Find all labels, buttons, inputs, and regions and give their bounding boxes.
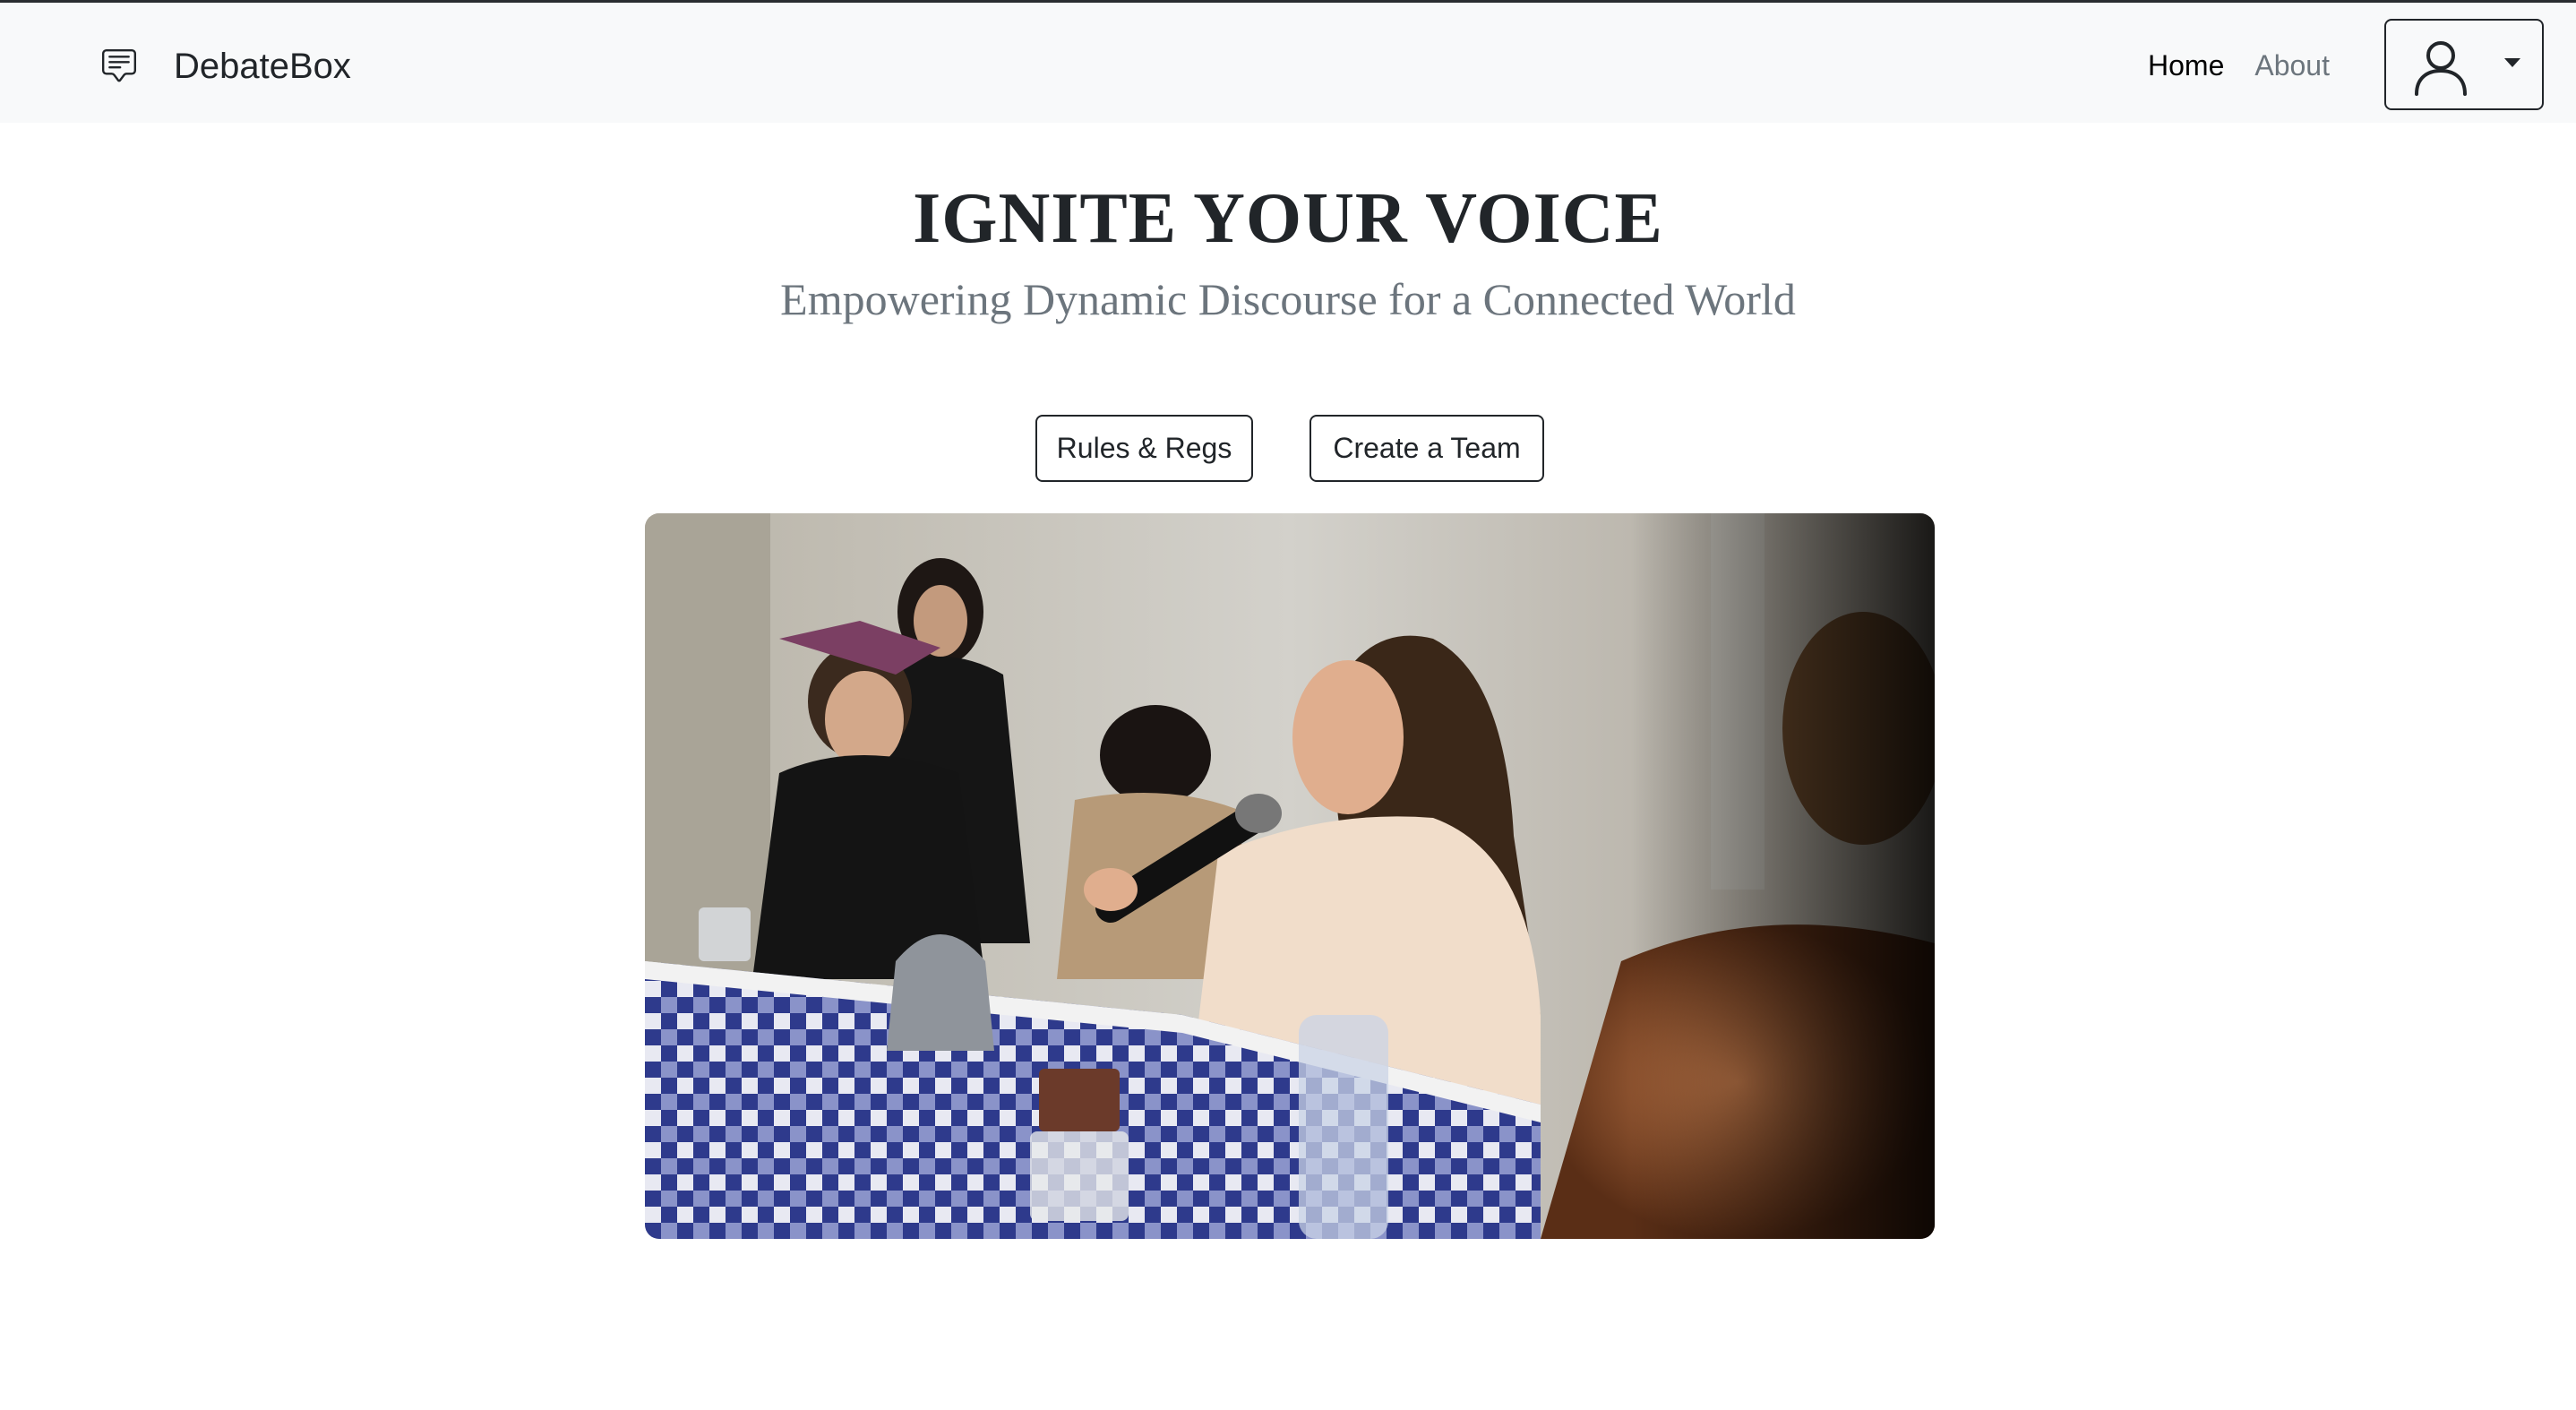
hero-image bbox=[645, 513, 1935, 1239]
user-menu-button[interactable] bbox=[2384, 19, 2544, 110]
debate-photo bbox=[645, 513, 1935, 1239]
page: DebateBox Home About IGNITE YOUR VOICE E… bbox=[0, 0, 2576, 1410]
hero-title: IGNITE YOUR VOICE bbox=[913, 179, 1663, 258]
nav-links: Home About bbox=[2148, 45, 2330, 86]
create-team-button[interactable]: Create a Team bbox=[1309, 415, 1544, 482]
nav-link-home[interactable]: Home bbox=[2148, 45, 2224, 86]
rules-regs-button[interactable]: Rules & Regs bbox=[1035, 415, 1253, 482]
navbar: DebateBox Home About bbox=[0, 0, 2576, 123]
hero-subtitle: Empowering Dynamic Discourse for a Conne… bbox=[780, 274, 1796, 324]
chat-square-text-icon bbox=[102, 49, 136, 82]
brand-name: DebateBox bbox=[174, 47, 351, 86]
caret-down-icon bbox=[2504, 58, 2520, 67]
brand-link[interactable]: DebateBox bbox=[102, 43, 351, 90]
nav-link-about[interactable]: About bbox=[2254, 45, 2330, 86]
person-icon bbox=[2415, 41, 2467, 96]
